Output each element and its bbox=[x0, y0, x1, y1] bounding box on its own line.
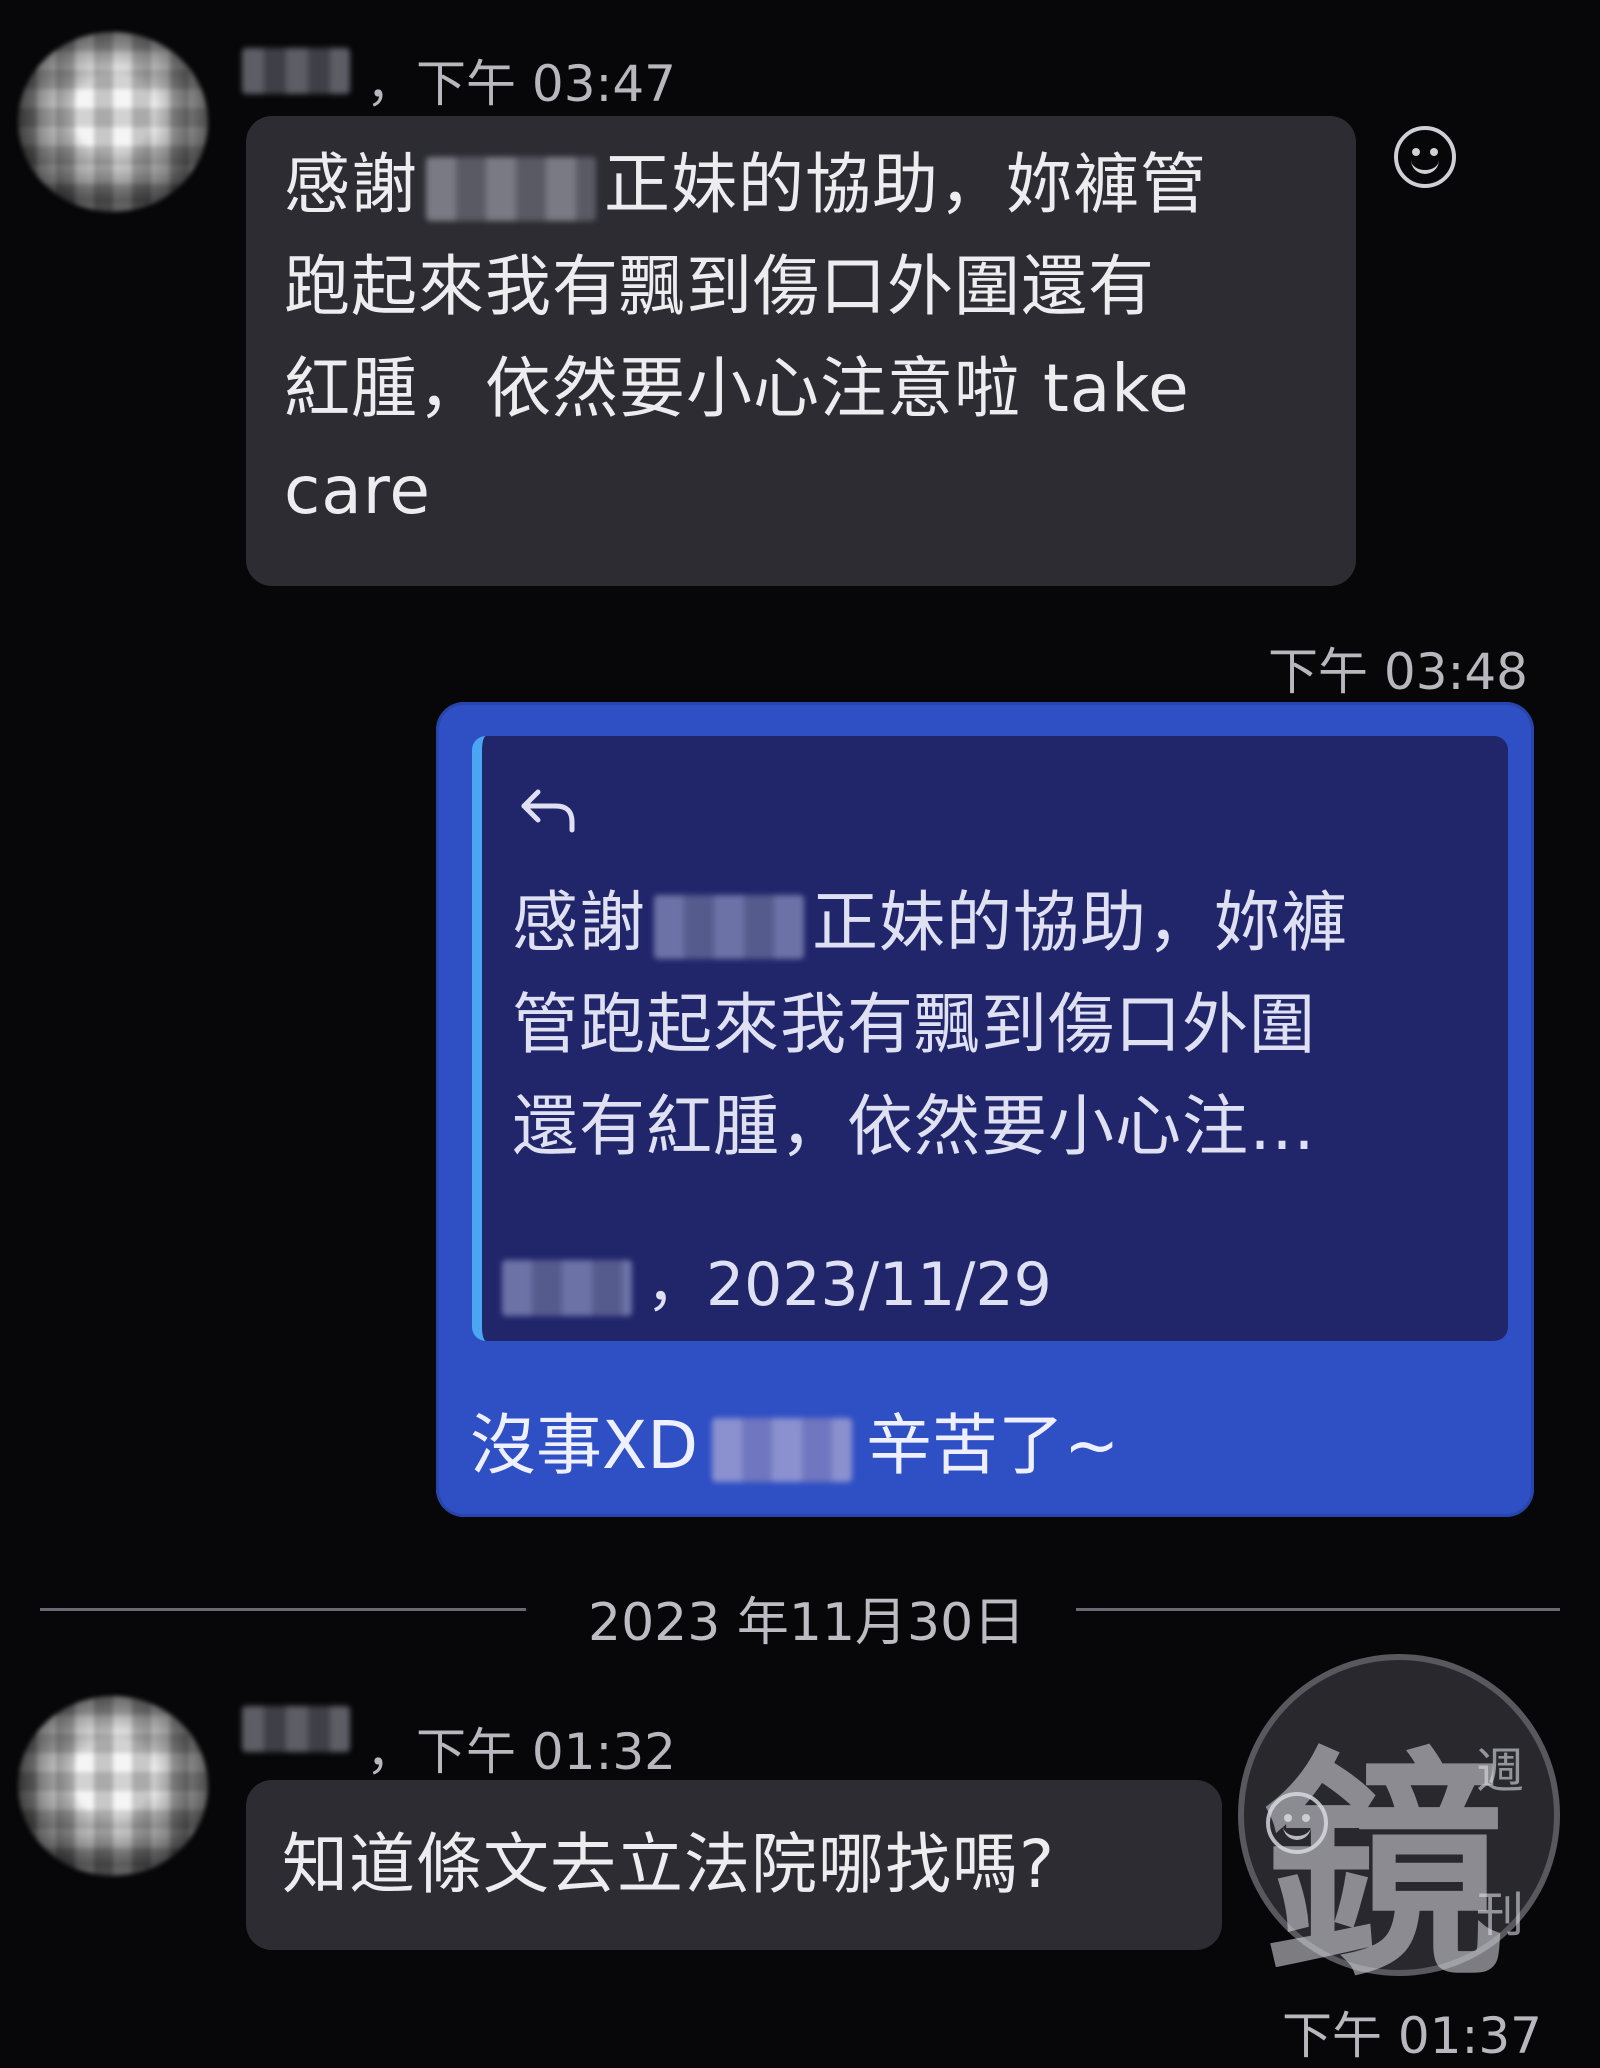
quote-line: 還有紅腫，依然要小心注… bbox=[512, 1088, 1316, 1165]
message-time: ，下午 03:47 bbox=[366, 55, 676, 113]
reply-arrow-icon bbox=[516, 778, 580, 842]
sender-name bbox=[242, 1706, 350, 1752]
message-bubble[interactable]: 感謝 正妹的協助，妳褲管 跑起來我有飄到傷口外圍還有 紅腫，依然要小心注意啦 ta… bbox=[246, 116, 1356, 586]
watermark-small: 週 刊 bbox=[1476, 1743, 1525, 1943]
message-line: care bbox=[284, 452, 432, 529]
quote-sender bbox=[502, 1260, 632, 1317]
divider-line bbox=[1076, 1608, 1560, 1611]
quote-line: 管跑起來我有飄到傷口外圍 bbox=[512, 986, 1316, 1063]
smile-icon[interactable] bbox=[1394, 126, 1456, 188]
watermark-logo: 鏡 週 刊 bbox=[1238, 1654, 1560, 2008]
reply-text: 沒事XD 辛苦了~ bbox=[470, 1407, 1120, 1484]
message-bubble[interactable]: 知道條文去立法院哪找嗎? bbox=[246, 1780, 1222, 1950]
quote-line: 感謝 正妹的協助，妳褲 bbox=[512, 884, 1348, 961]
message-bubble-outgoing[interactable]: 感謝 正妹的協助，妳褲 管跑起來我有飄到傷口外圍 還有紅腫，依然要小心注… ，20… bbox=[436, 702, 1534, 1517]
sender-name bbox=[242, 48, 350, 94]
message-time: 下午 01:37 bbox=[1282, 2007, 1542, 2065]
message-line: 紅腫，依然要小心注意啦 take bbox=[284, 350, 1190, 427]
message-line: 跑起來我有飄到傷口外圍還有 bbox=[284, 248, 1155, 325]
divider-line bbox=[40, 1608, 526, 1611]
date-divider: 2023 年11月30日 bbox=[588, 1593, 1026, 1653]
avatar[interactable] bbox=[18, 32, 208, 212]
avatar[interactable] bbox=[18, 1696, 208, 1876]
quote-meta: ，2023/11/29 bbox=[502, 1236, 1052, 1323]
watermark-main: 鏡 bbox=[1264, 1728, 1505, 2008]
message-time: 下午 03:48 bbox=[1268, 643, 1528, 701]
message-time: ，下午 01:32 bbox=[366, 1723, 676, 1781]
quoted-message[interactable]: 感謝 正妹的協助，妳褲 管跑起來我有飄到傷口外圍 還有紅腫，依然要小心注… ，20… bbox=[472, 736, 1508, 1341]
message-text: 知道條文去立法院哪找嗎? bbox=[282, 1826, 1056, 1903]
message-line: 感謝 正妹的協助，妳褲管 bbox=[284, 146, 1207, 223]
